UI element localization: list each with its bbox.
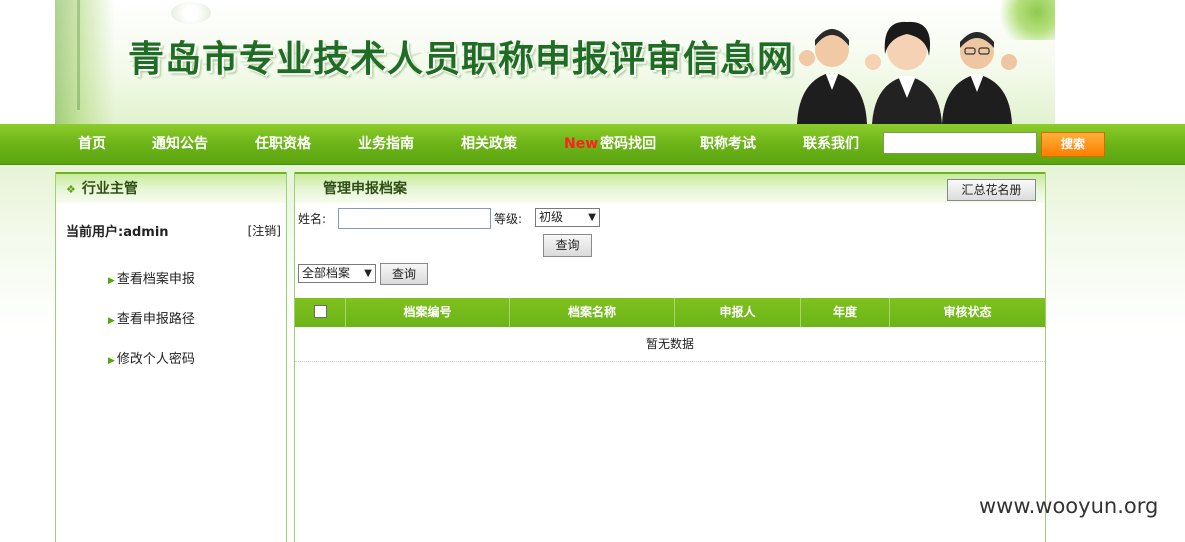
name-input[interactable] — [338, 208, 491, 229]
nav-exams[interactable]: 职称考试 — [700, 124, 756, 164]
new-badge: New — [564, 136, 599, 152]
nav-home[interactable]: 首页 — [78, 124, 106, 164]
column-header: 申报人 — [675, 298, 801, 327]
nav-password-recovery[interactable]: New 密码找回 — [564, 124, 656, 164]
sidebar-title: 行业主管 — [81, 181, 138, 197]
header-banner: 青岛市专业技术人员职称申报评审信息网 青岛市专业技术人员职称申报评审信息网 — [55, 0, 1055, 124]
nav-notices[interactable]: 通知公告 — [152, 124, 208, 164]
select-all-cell — [295, 298, 346, 327]
arrow-right-icon: ▶ — [108, 316, 115, 326]
arrow-right-icon: ▶ — [108, 356, 115, 366]
bird-decoration — [171, 2, 211, 24]
column-header: 档案编号 — [346, 298, 510, 327]
nav-guide[interactable]: 业务指南 — [358, 124, 414, 164]
search-button[interactable]: 搜索 — [1041, 132, 1105, 157]
chevron-down-icon: ▼ — [364, 268, 372, 279]
main-panel: 管理申报档案 汇总花名册 姓名: 等级: 初级 ▼ 查询 全部档案 ▼ 查询 档… — [294, 172, 1046, 542]
site-title: 青岛市专业技术人员职称申报评审信息网 — [128, 39, 795, 80]
empty-table-message: 暂无数据 — [295, 327, 1045, 362]
current-user-label: 当前用户:admin — [66, 225, 169, 240]
leaf-decoration-right — [995, 0, 1055, 40]
name-label: 姓名: — [298, 212, 327, 226]
archive-filter-select[interactable]: 全部档案 ▼ — [298, 264, 376, 283]
watermark: www.wooyun.org — [979, 494, 1159, 518]
main-navigation: 首页 通知公告 任职资格 业务指南 相关政策 New 密码找回 职称考试 联系我们… — [0, 124, 1185, 165]
sidebar-item-view-archive[interactable]: ▶ 查看档案申报 — [108, 268, 195, 308]
nav-qualifications[interactable]: 任职资格 — [255, 124, 311, 164]
chevron-down-icon: ▼ — [588, 212, 596, 223]
people-illustration — [797, 21, 1017, 124]
column-header: 档案名称 — [510, 298, 675, 327]
sidebar-item-change-password[interactable]: ▶ 修改个人密码 — [108, 348, 195, 388]
sidebar: ❖ 行业主管 当前用户:admin [注销] ▶ 查看档案申报 ▶ 查看申报路径 ▶ 修… — [55, 172, 287, 542]
table-header: 档案编号 档案名称 申报人 年度 审核状态 — [295, 298, 1045, 327]
sidebar-menu: ▶ 查看档案申报 ▶ 查看申报路径 ▶ 修改个人密码 — [108, 268, 195, 388]
sidebar-header: ❖ 行业主管 — [56, 172, 286, 203]
nav-password-label: 密码找回 — [600, 136, 657, 152]
query-button[interactable]: 查询 — [543, 234, 592, 257]
archive-filter-value: 全部档案 — [302, 266, 351, 280]
sidebar-item-view-path[interactable]: ▶ 查看申报路径 — [108, 308, 195, 348]
arrow-right-icon: ▶ — [108, 276, 115, 286]
sidebar-item-label: 查看档案申报 — [116, 272, 195, 287]
current-user-row: 当前用户:admin [注销] — [66, 221, 281, 240]
select-all-checkbox[interactable] — [313, 304, 327, 318]
nav-policies[interactable]: 相关政策 — [461, 124, 517, 164]
nav-contact[interactable]: 联系我们 — [803, 124, 859, 164]
column-header: 年度 — [801, 298, 890, 327]
search-input[interactable] — [883, 132, 1037, 154]
main-header: 管理申报档案 汇总花名册 — [295, 172, 1045, 203]
diamond-icon: ❖ — [66, 183, 76, 196]
level-select[interactable]: 初级 ▼ — [535, 208, 600, 227]
level-label: 等级: — [494, 212, 523, 226]
leaf-decoration-left — [55, 0, 115, 124]
logout-link[interactable]: [注销] — [248, 222, 281, 239]
roster-summary-button[interactable]: 汇总花名册 — [947, 179, 1036, 201]
level-select-value: 初级 — [539, 210, 564, 224]
column-header: 审核状态 — [943, 305, 992, 319]
sidebar-item-label: 查看申报路径 — [116, 312, 195, 327]
query-button-secondary[interactable]: 查询 — [380, 263, 428, 285]
page-title: 管理申报档案 — [323, 181, 407, 197]
sidebar-item-label: 修改个人密码 — [116, 352, 195, 367]
